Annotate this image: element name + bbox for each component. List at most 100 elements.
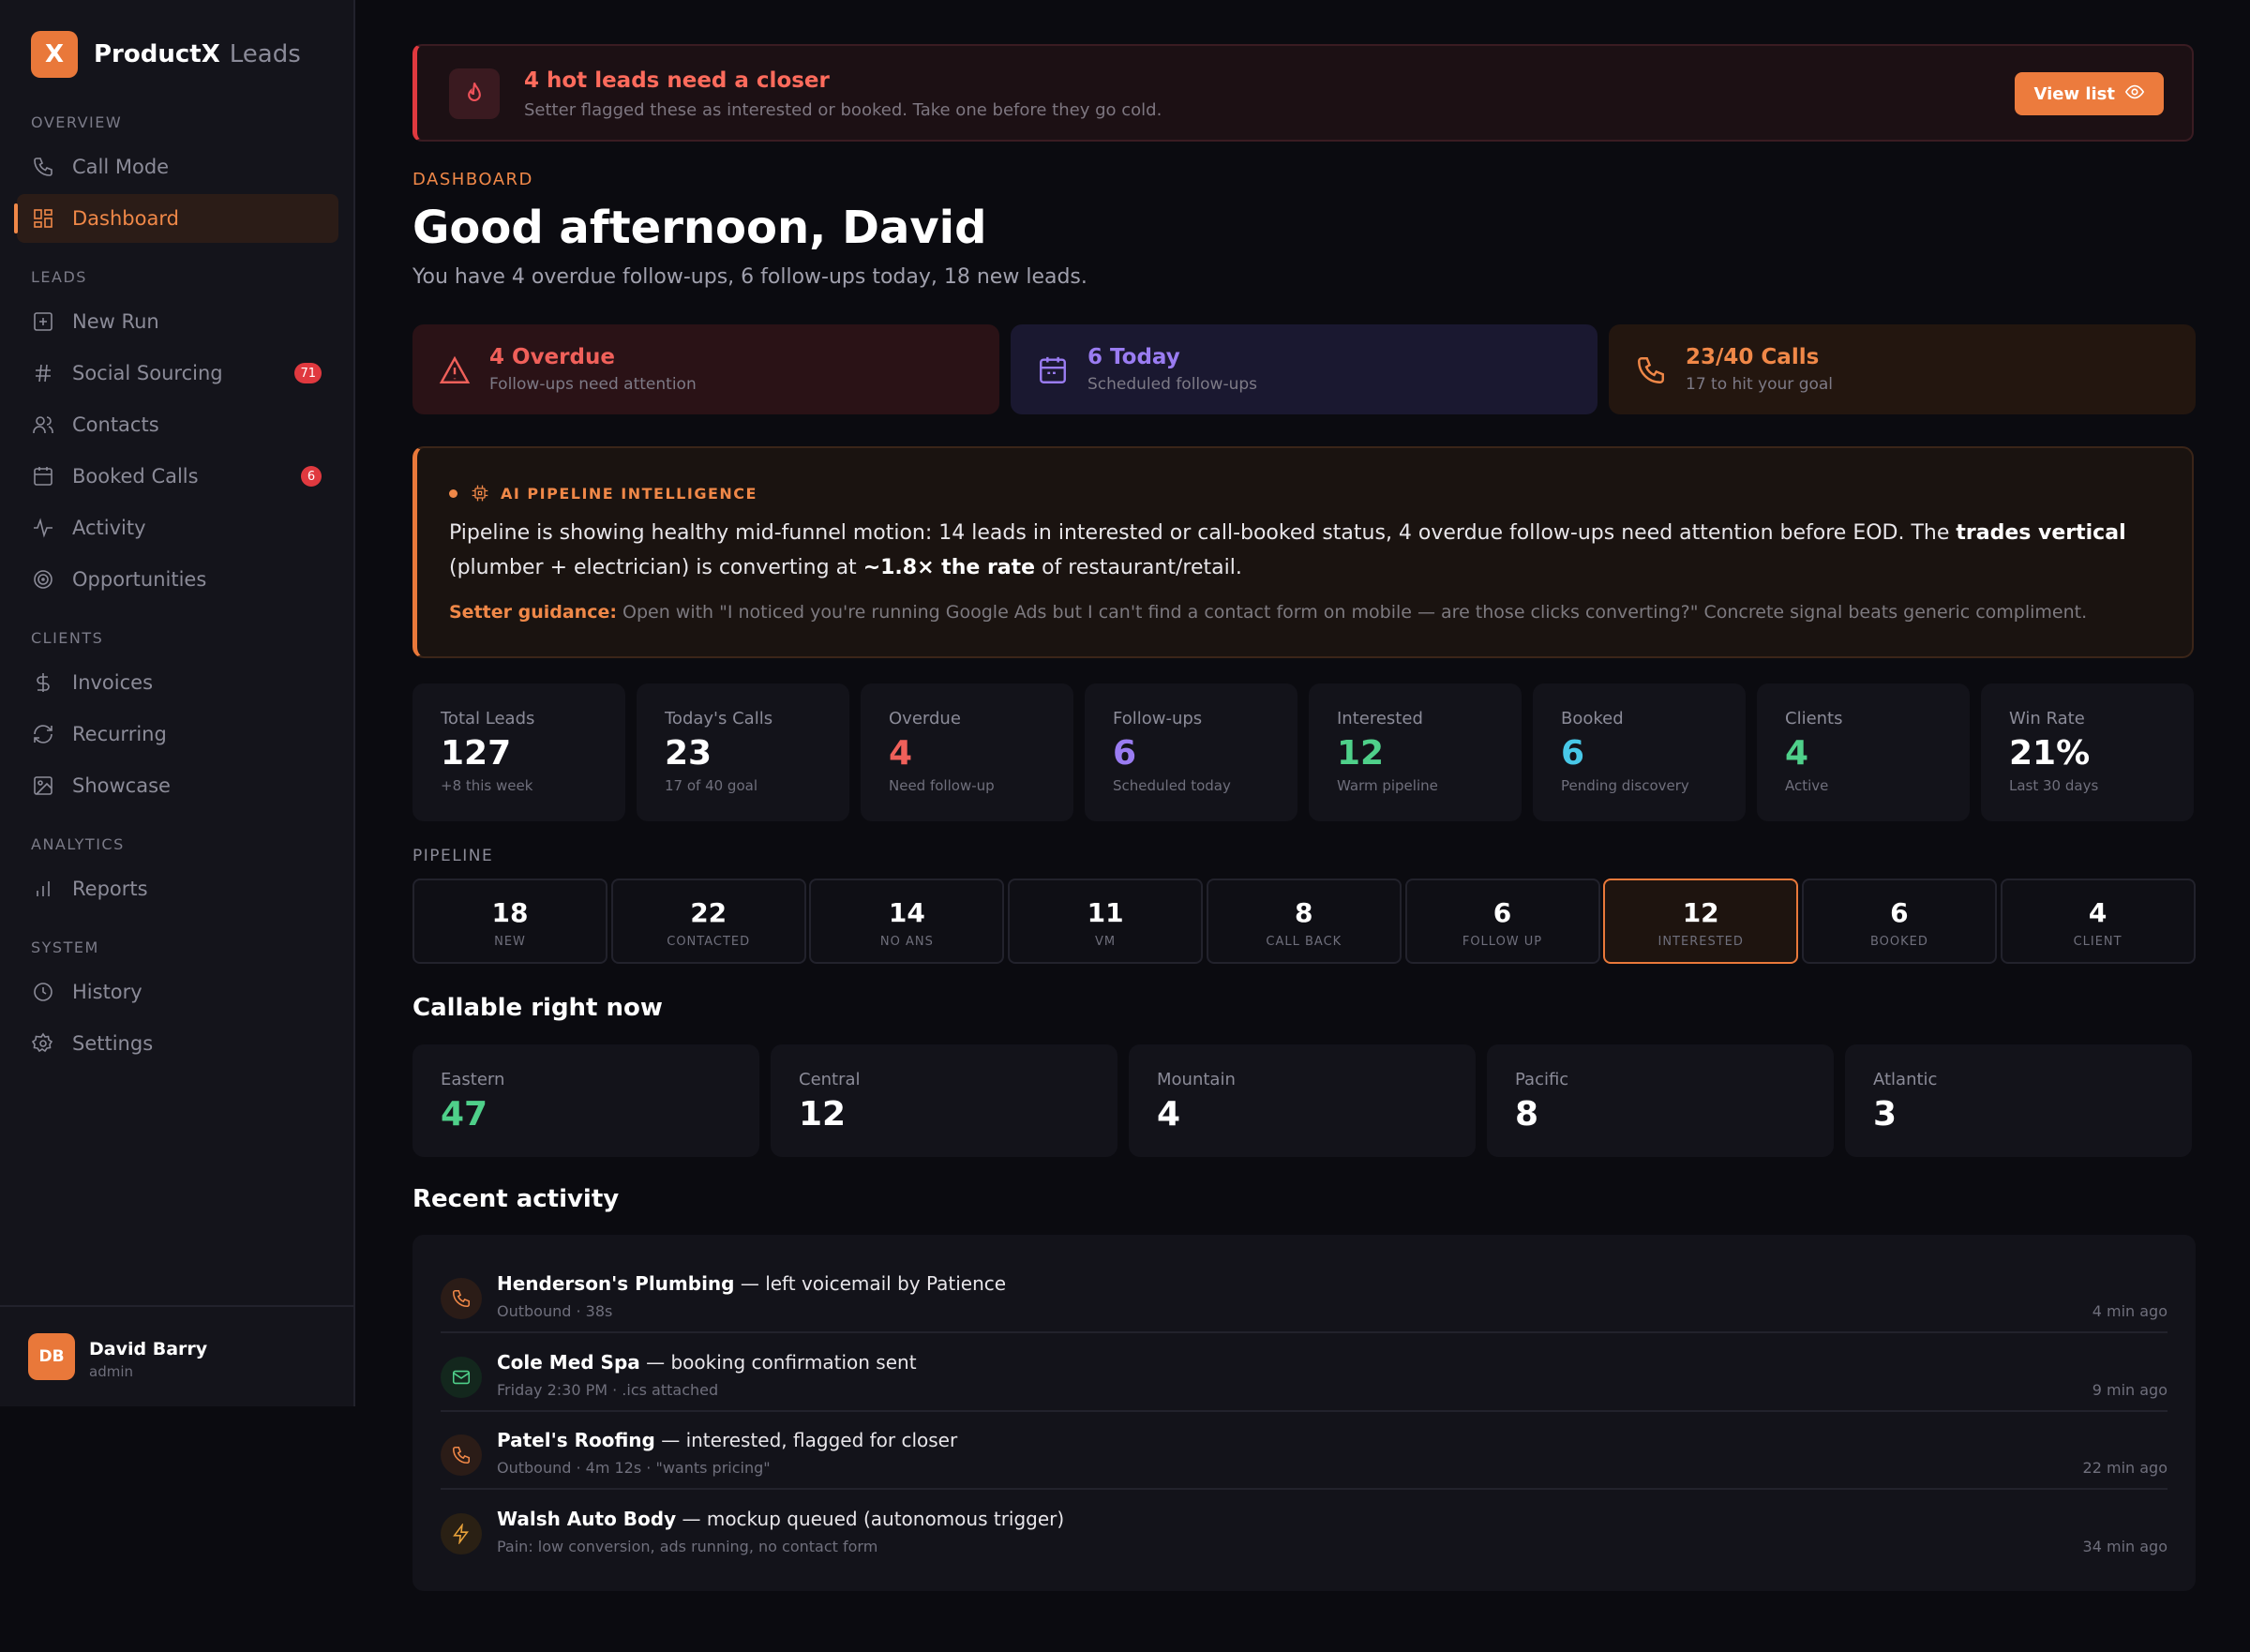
stage-label: BOOKED — [1869, 935, 1928, 949]
sidebar-item-history[interactable]: History — [17, 968, 338, 1016]
view-list-button[interactable]: View list — [2015, 72, 2164, 115]
stat-subtitle: +8 this week — [441, 777, 533, 794]
stage-count: 11 — [1087, 897, 1124, 928]
stat-subtitle: 17 of 40 goal — [665, 777, 758, 794]
pipeline-stage[interactable]: 11 VM — [1008, 879, 1204, 964]
stat-card[interactable]: Win Rate 21% Last 30 days — [1981, 683, 2194, 821]
stat-card[interactable]: Today's Calls 23 17 of 40 goal — [637, 683, 849, 821]
bar-chart-icon — [31, 877, 55, 901]
sidebar: X ProductX Leads OVERVIEW Call Mode Dash… — [0, 0, 355, 1406]
stage-count: 14 — [888, 897, 925, 928]
sidebar-item-label: Contacts — [72, 413, 159, 436]
activity-item[interactable]: Walsh Auto Body — mockup queued (autonom… — [441, 1491, 2168, 1569]
stat-value: 6 — [1113, 734, 1137, 773]
sidebar-item-call-mode[interactable]: Call Mode — [17, 143, 338, 191]
zone-label: Pacific — [1515, 1070, 1569, 1089]
activity-time: 4 min ago — [2092, 1302, 2168, 1320]
timezone-card[interactable]: Central 12 — [771, 1044, 1118, 1157]
stat-card[interactable]: Booked 6 Pending discovery — [1533, 683, 1746, 821]
timezone-card[interactable]: Eastern 47 — [412, 1044, 759, 1157]
stat-card[interactable]: Total Leads 127 +8 this week — [412, 683, 625, 821]
activity-time: 22 min ago — [2082, 1459, 2168, 1477]
timezone-card[interactable]: Atlantic 3 — [1845, 1044, 2192, 1157]
alert-title: 4 hot leads need a closer — [524, 68, 830, 93]
activity-title: Patel's Roofing — interested, flagged fo… — [497, 1429, 957, 1451]
sidebar-item-label: Dashboard — [72, 207, 179, 230]
stage-label: CONTACTED — [667, 935, 751, 949]
sidebar-item-label: Activity — [72, 517, 146, 539]
sidebar-item-dashboard[interactable]: Dashboard — [14, 194, 338, 243]
activity-title: Cole Med Spa — booking confirmation sent — [497, 1351, 917, 1374]
user-name: David Barry — [89, 1339, 208, 1359]
activity-item[interactable]: Cole Med Spa — booking confirmation sent… — [441, 1334, 2168, 1412]
pipeline-stage[interactable]: 14 NO ANS — [809, 879, 1005, 964]
sidebar-item-showcase[interactable]: Showcase — [17, 761, 338, 810]
stage-count: 18 — [491, 897, 529, 928]
kpi-today[interactable]: 6 Today Scheduled follow-ups — [1011, 324, 1598, 414]
stage-count: 6 — [1890, 897, 1909, 928]
stat-label: Follow-ups — [1113, 709, 1203, 728]
ai-text-part: (plumber + electrician) is converting at — [449, 556, 863, 579]
sidebar-item-opportunities[interactable]: Opportunities — [17, 555, 338, 604]
pipeline-stage[interactable]: 8 CALL BACK — [1206, 879, 1402, 964]
stat-card[interactable]: Overdue 4 Need follow-up — [861, 683, 1073, 821]
stat-subtitle: Need follow-up — [889, 777, 995, 794]
stat-value: 23 — [665, 734, 712, 773]
brand[interactable]: X ProductX Leads — [31, 31, 301, 78]
stat-label: Today's Calls — [665, 709, 773, 728]
stat-card[interactable]: Follow-ups 6 Scheduled today — [1085, 683, 1298, 821]
setter-guidance: Setter guidance: Open with "I noticed yo… — [449, 602, 2174, 623]
stat-value: 4 — [1785, 734, 1809, 773]
image-icon — [31, 773, 55, 798]
sidebar-item-social-sourcing[interactable]: Social Sourcing 71 — [17, 349, 338, 398]
pipeline-stage[interactable]: 4 CLIENT — [2000, 879, 2196, 964]
nav-section-analytics: ANALYTICS — [31, 835, 125, 853]
sidebar-item-label: Opportunities — [72, 568, 207, 591]
ai-heading: AI PIPELINE INTELLIGENCE — [449, 484, 758, 503]
pipeline-stage[interactable]: 6 BOOKED — [1801, 879, 1997, 964]
stat-subtitle: Scheduled today — [1113, 777, 1231, 794]
alert-subtitle: Setter flagged these as interested or bo… — [524, 100, 1162, 120]
kpi-calls[interactable]: 23/40 Calls 17 to hit your goal — [1609, 324, 2196, 414]
activity-item[interactable]: Henderson's Plumbing — left voicemail by… — [441, 1255, 2168, 1333]
sidebar-item-recurring[interactable]: Recurring — [17, 710, 338, 758]
sidebar-item-new-run[interactable]: New Run — [17, 297, 338, 346]
stat-label: Booked — [1561, 709, 1624, 728]
activity-list: Henderson's Plumbing — left voicemail by… — [412, 1235, 2196, 1591]
timezone-card[interactable]: Pacific 8 — [1487, 1044, 1834, 1157]
zone-value: 3 — [1873, 1095, 1898, 1134]
stage-label: FOLLOW UP — [1462, 935, 1543, 949]
view-list-label: View list — [2033, 83, 2115, 104]
breadcrumb: DASHBOARD — [412, 170, 533, 189]
sidebar-item-contacts[interactable]: Contacts — [17, 400, 338, 449]
ai-highlight: ~1.8× the rate — [862, 556, 1036, 579]
stat-card[interactable]: Clients 4 Active — [1757, 683, 1970, 821]
sidebar-item-booked-calls[interactable]: Booked Calls 6 — [17, 452, 338, 501]
stat-label: Total Leads — [441, 709, 535, 728]
activity-item[interactable]: Patel's Roofing — interested, flagged fo… — [441, 1412, 2168, 1490]
sidebar-item-reports[interactable]: Reports — [17, 864, 338, 913]
stat-subtitle: Pending discovery — [1561, 777, 1689, 794]
sidebar-item-invoices[interactable]: Invoices — [17, 658, 338, 707]
sidebar-item-settings[interactable]: Settings — [17, 1019, 338, 1068]
pipeline-stage[interactable]: 12 INTERESTED — [1603, 879, 1799, 964]
pulse-icon — [31, 516, 55, 540]
zone-label: Mountain — [1157, 1070, 1236, 1089]
kpi-overdue[interactable]: 4 Overdue Follow-ups need attention — [412, 324, 999, 414]
sidebar-item-label: Reports — [72, 878, 148, 900]
stat-card[interactable]: Interested 12 Warm pipeline — [1309, 683, 1522, 821]
zone-label: Atlantic — [1873, 1070, 1938, 1089]
ai-highlight: trades vertical — [1956, 521, 2126, 545]
stat-label: Overdue — [889, 709, 961, 728]
timezone-card[interactable]: Mountain 4 — [1129, 1044, 1476, 1157]
guidance-label: Setter guidance: — [449, 602, 617, 623]
pipeline-stage[interactable]: 22 CONTACTED — [610, 879, 806, 964]
eye-icon — [2124, 82, 2145, 107]
stage-count: 22 — [690, 897, 728, 928]
pipeline-stage[interactable]: 6 FOLLOW UP — [1404, 879, 1600, 964]
sidebar-item-activity[interactable]: Activity — [17, 503, 338, 552]
stat-subtitle: Active — [1785, 777, 1829, 794]
user-profile[interactable]: DB David Barry admin — [0, 1305, 353, 1406]
sidebar-item-label: Settings — [72, 1032, 154, 1055]
pipeline-stage[interactable]: 18 NEW — [412, 879, 608, 964]
